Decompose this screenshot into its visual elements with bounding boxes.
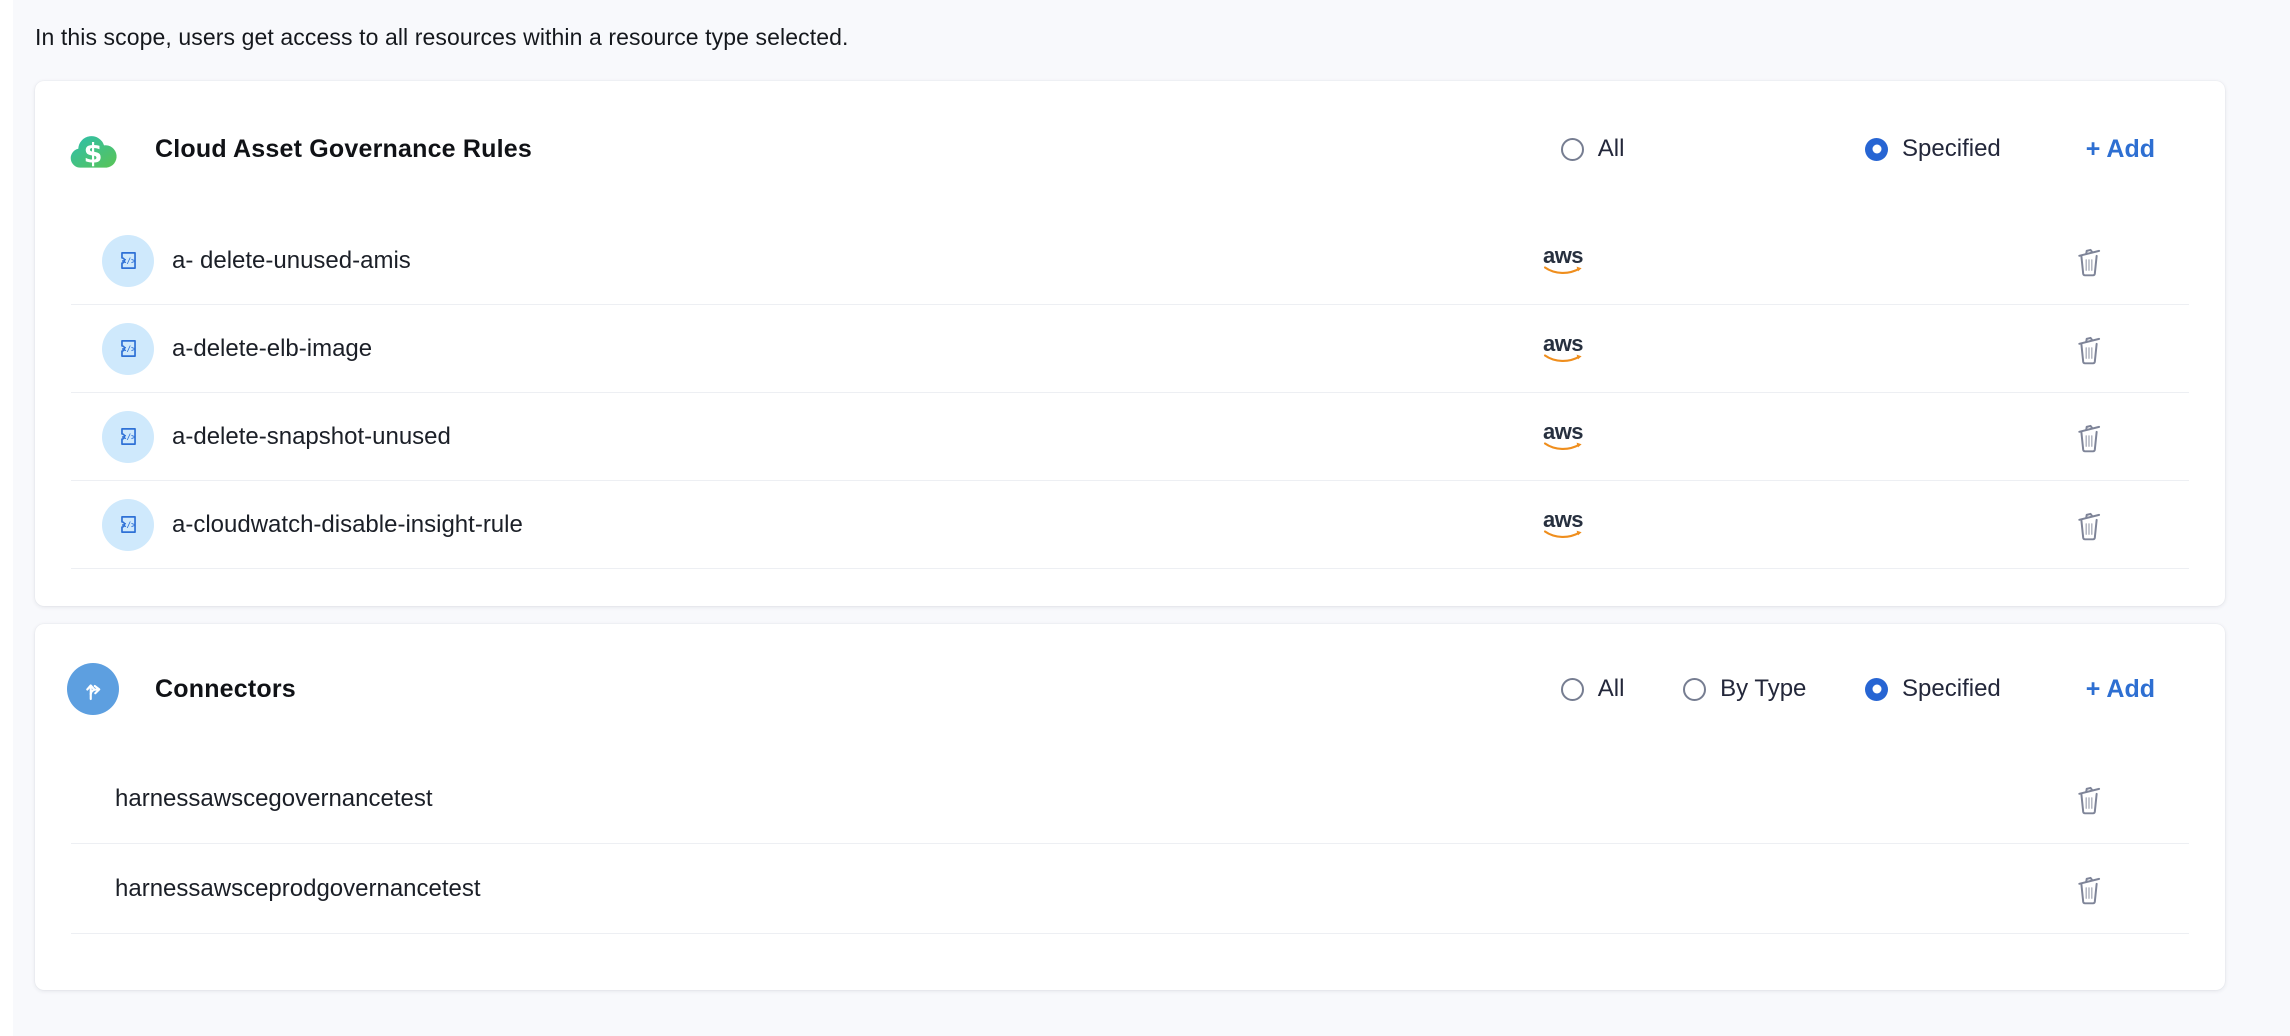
aws-logo-icon: aws — [1529, 422, 2049, 452]
connectors-card-title: Connectors — [155, 675, 296, 704]
connectors-add-button[interactable]: + Add — [2086, 675, 2155, 704]
trash-icon[interactable] — [2069, 417, 2109, 457]
radio-unchecked-icon[interactable] — [1683, 678, 1706, 701]
connectors-radio-all[interactable]: All — [1561, 675, 1625, 703]
scope-description: In this scope, users get access to all r… — [35, 24, 2290, 51]
connectors-list: harnessawscegovernancetest — [71, 754, 2189, 934]
trash-icon[interactable] — [2069, 241, 2109, 281]
rule-code-icon: </> — [102, 411, 154, 463]
branch-arrows-icon — [67, 663, 119, 715]
trash-icon[interactable] — [2069, 779, 2109, 819]
cloud-dollar-icon: $ — [67, 123, 119, 175]
aws-logo-icon: aws — [1529, 246, 2049, 276]
rule-code-icon: </> — [102, 499, 154, 551]
radio-checked-icon[interactable] — [1865, 138, 1888, 161]
governance-rules-card: $ Cloud Asset Governance Rules All Speci… — [35, 81, 2225, 606]
connectors-card: Connectors All By Type Specified — [35, 624, 2225, 990]
rule-name: a- delete-unused-amis — [172, 247, 411, 275]
governance-radio-group: All Specified — [1561, 135, 2001, 163]
governance-add-button[interactable]: + Add — [2086, 135, 2155, 164]
svg-text:</>: </> — [121, 432, 135, 441]
radio-label: Specified — [1902, 135, 2001, 163]
svg-text:</>: </> — [121, 256, 135, 265]
connectors-radio-specified[interactable]: Specified — [1865, 675, 2001, 703]
connector-row: harnessawsceprodgovernancetest — [71, 844, 2189, 934]
radio-checked-icon[interactable] — [1865, 678, 1888, 701]
governance-radio-all[interactable]: All — [1561, 135, 1625, 163]
resource-scope-page: In this scope, users get access to all r… — [0, 0, 2290, 990]
svg-text:</>: </> — [121, 344, 135, 353]
connector-name: harnessawsceprodgovernancetest — [115, 875, 481, 903]
connectors-radio-by-type[interactable]: By Type — [1683, 675, 1806, 703]
rule-code-icon: </> — [102, 323, 154, 375]
rule-name: a-delete-snapshot-unused — [172, 423, 451, 451]
rule-row: </> a-cloudwatch-disable-insight-rule aw… — [71, 481, 2189, 569]
rule-row: </> a-delete-elb-image aws — [71, 305, 2189, 393]
governance-rules-list: </> a- delete-unused-amis aws — [71, 217, 2189, 569]
rule-code-icon: </> — [102, 235, 154, 287]
radio-label: By Type — [1720, 675, 1806, 703]
connector-name: harnessawscegovernancetest — [115, 785, 433, 813]
governance-radio-specified[interactable]: Specified — [1865, 135, 2001, 163]
governance-card-header: $ Cloud Asset Governance Rules All Speci… — [35, 81, 2225, 217]
governance-card-title: Cloud Asset Governance Rules — [155, 135, 532, 164]
connector-row: harnessawscegovernancetest — [71, 754, 2189, 844]
radio-unchecked-icon[interactable] — [1561, 678, 1584, 701]
radio-label: All — [1598, 135, 1625, 163]
svg-text:$: $ — [84, 138, 103, 169]
rule-row: </> a- delete-unused-amis aws — [71, 217, 2189, 305]
aws-logo-icon: aws — [1529, 334, 2049, 364]
radio-unchecked-icon[interactable] — [1561, 138, 1584, 161]
connectors-radio-group: All By Type Specified — [1561, 675, 2001, 703]
trash-icon[interactable] — [2069, 869, 2109, 909]
radio-label: Specified — [1902, 675, 2001, 703]
rule-row: </> a-delete-snapshot-unused aws — [71, 393, 2189, 481]
connectors-card-header: Connectors All By Type Specified — [35, 624, 2225, 754]
trash-icon[interactable] — [2069, 329, 2109, 369]
aws-logo-icon: aws — [1529, 510, 2049, 540]
svg-text:</>: </> — [121, 520, 135, 529]
rule-name: a-delete-elb-image — [172, 335, 372, 363]
rule-name: a-cloudwatch-disable-insight-rule — [172, 511, 523, 539]
radio-label: All — [1598, 675, 1625, 703]
trash-icon[interactable] — [2069, 505, 2109, 545]
